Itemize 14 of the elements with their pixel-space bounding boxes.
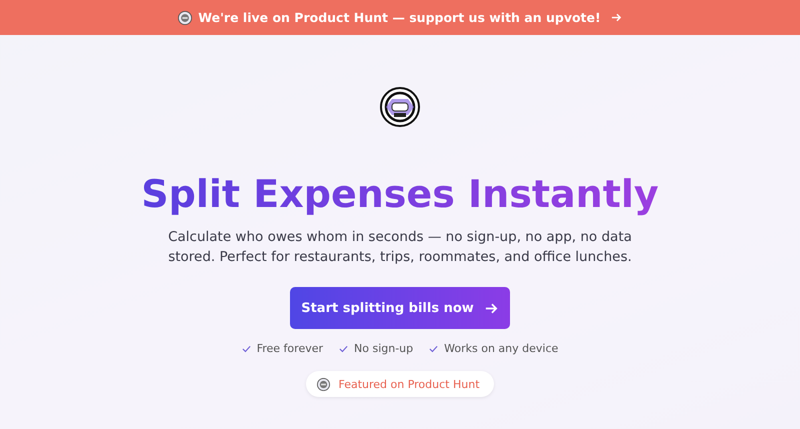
check-icon — [339, 344, 348, 352]
featured-badge[interactable]: Featured on Product Hunt — [306, 371, 494, 397]
badge-icon — [178, 10, 192, 24]
feature-label: Free forever — [256, 342, 324, 355]
logo-icon — [380, 87, 420, 127]
arrow-right-icon — [610, 12, 622, 23]
check-icon — [429, 344, 438, 352]
feature-label: Works on any device — [444, 342, 558, 355]
announcement-banner[interactable]: We're live on Product Hunt — support us with an upvote! — [0, 0, 800, 35]
hero-subtitle: Calculate who owes whom in seconds — no sign-up, no app, no data stored. Perfect for restaurants, trips, roommates, and office lunches. — [167, 228, 633, 267]
badge-icon — [317, 378, 330, 390]
feature-label: No sign-up — [354, 342, 414, 355]
cta-button[interactable]: Start splitting bills now — [290, 287, 510, 329]
check-icon — [242, 344, 251, 352]
